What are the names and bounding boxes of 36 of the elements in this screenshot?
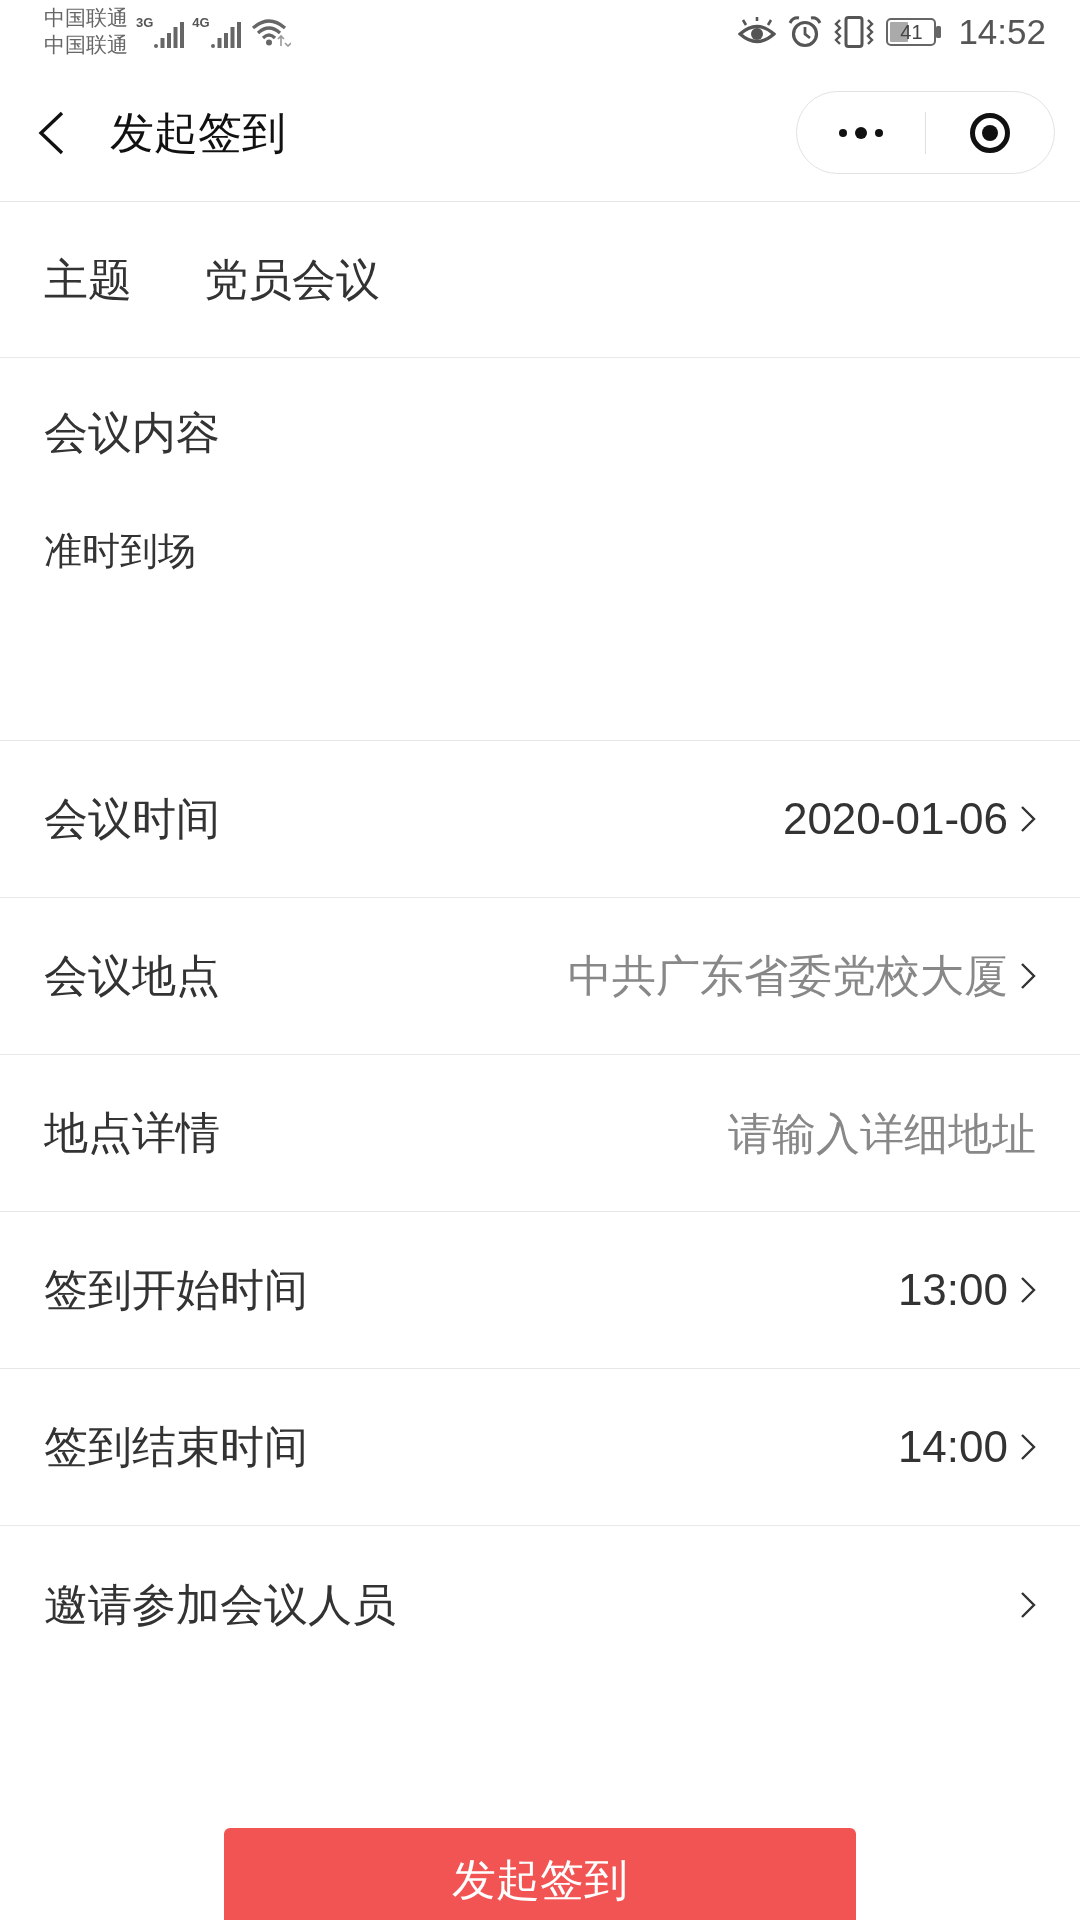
- chevron-right-icon: [1020, 1276, 1036, 1304]
- alarm-clock-icon: [788, 16, 823, 48]
- field-label: 主题: [44, 257, 132, 302]
- back-icon: [36, 109, 66, 156]
- field-label: 会议内容: [44, 411, 220, 455]
- carrier-text: 中国联通: [44, 32, 128, 59]
- input-field[interactable]: 请输入详细地址: [260, 1107, 1036, 1159]
- chevron-right-icon: [1020, 962, 1036, 990]
- chevron-right-icon: [1020, 1433, 1036, 1461]
- chevron-right-icon: [1020, 1590, 1036, 1619]
- battery-text: 41: [900, 22, 923, 42]
- textarea-field[interactable]: 准时到场: [44, 515, 1036, 685]
- field-label: 会议时间: [44, 797, 220, 841]
- page-title: 发起签到: [110, 110, 286, 155]
- back-button[interactable]: [36, 109, 66, 156]
- picker-value[interactable]: 13:00: [897, 1268, 1008, 1312]
- chevron-right-icon: [1020, 805, 1036, 833]
- picker-value[interactable]: 14:00: [897, 1425, 1008, 1469]
- network-type-text: 4G: [192, 16, 210, 30]
- field-label: 签到结束时间: [44, 1425, 308, 1469]
- clock-text: 14:52: [958, 12, 1046, 52]
- more-icon: [839, 126, 883, 139]
- field-label[interactable]: 邀请参加会议人员: [44, 1582, 396, 1627]
- network-type-text: 3G: [136, 16, 154, 30]
- vibrate-icon: [834, 16, 875, 48]
- field-label: 签到开始时间: [44, 1268, 308, 1312]
- field-label: 会议地点: [44, 954, 220, 998]
- battery-icon: [886, 18, 943, 46]
- carrier-text: 中国联通: [44, 5, 128, 32]
- wifi-icon: [250, 17, 291, 47]
- field-label: 地点详情: [44, 1111, 220, 1155]
- signal-icon: [154, 22, 185, 48]
- target-icon: [969, 111, 1011, 154]
- input-field[interactable]: 党员会议: [204, 257, 1036, 302]
- picker-value[interactable]: 2020-01-06: [782, 797, 1008, 841]
- signal-icon: [210, 22, 241, 48]
